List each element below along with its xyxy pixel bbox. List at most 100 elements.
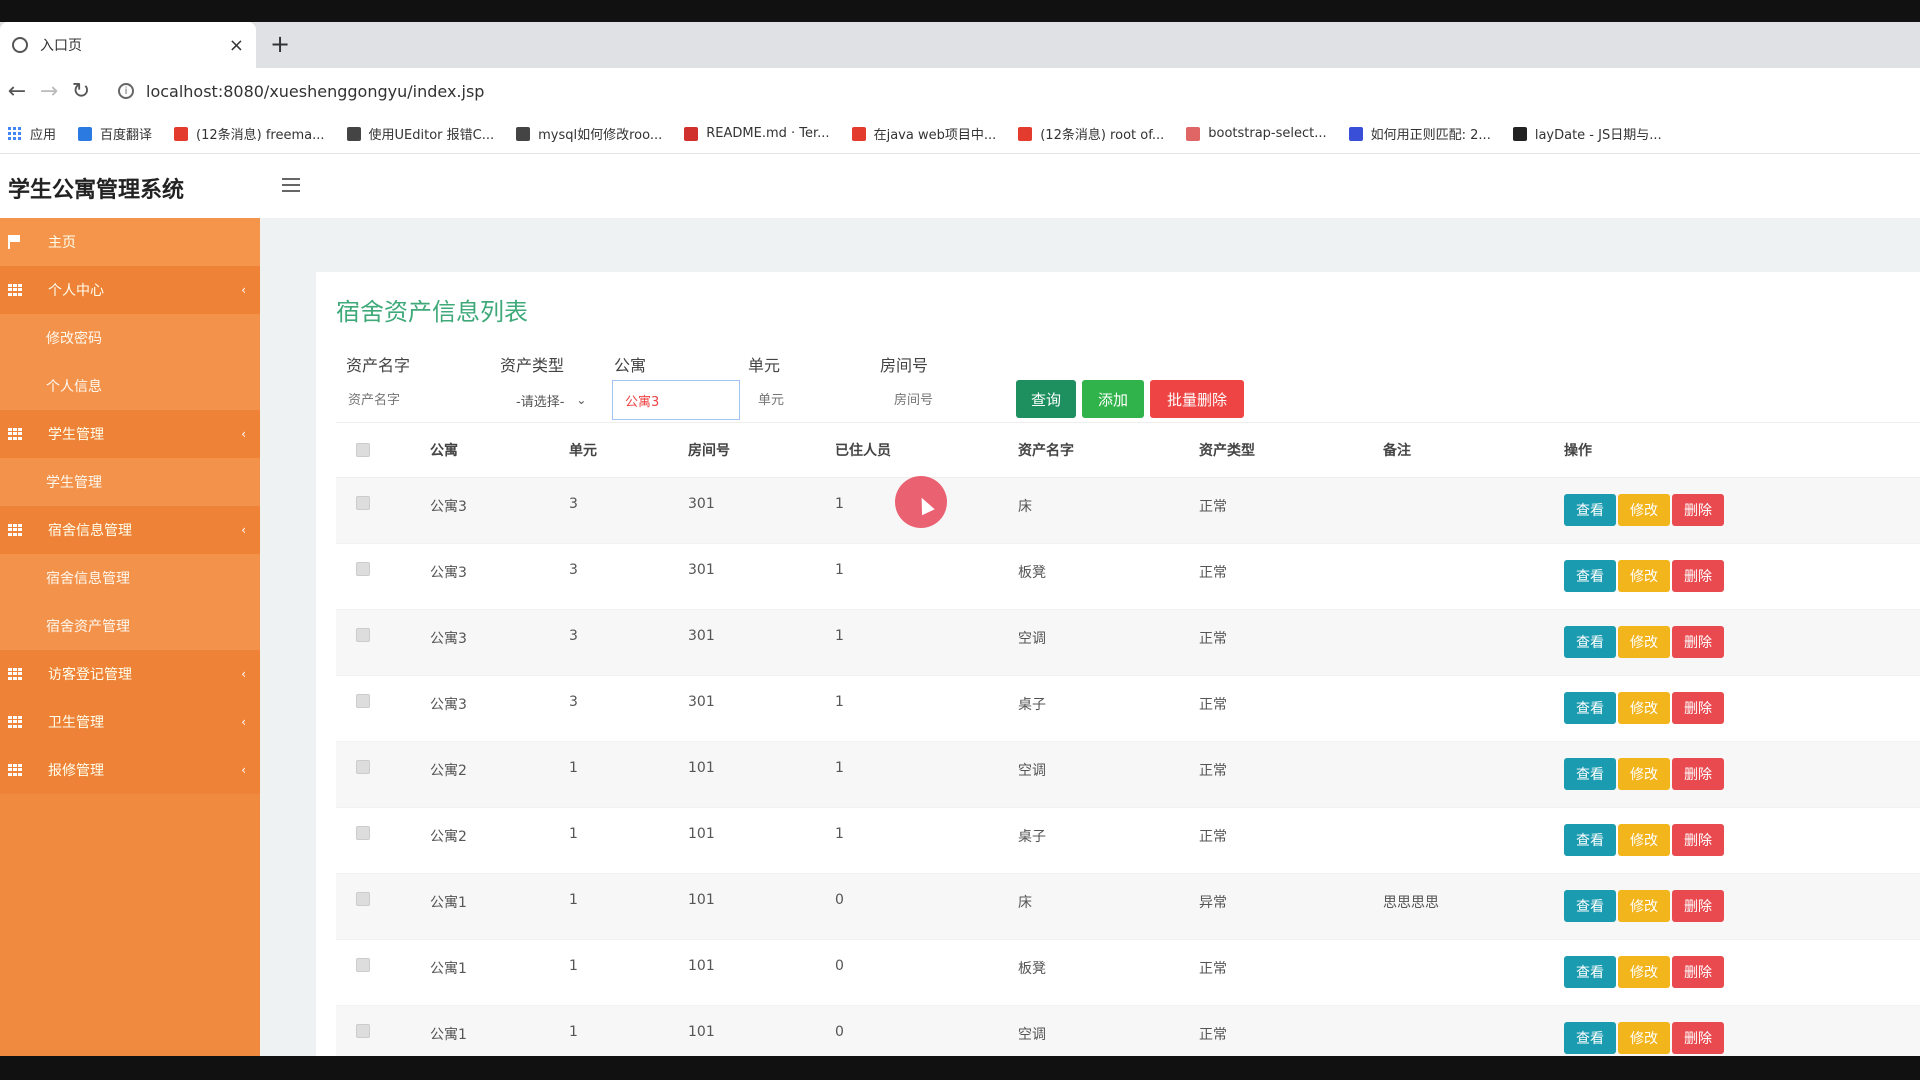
bookmark-item[interactable]: 在java web项目中...	[851, 124, 997, 143]
bookmark-item[interactable]: 使用UEditor 报错C...	[346, 124, 494, 143]
row-checkbox[interactable]	[356, 1024, 370, 1038]
sidebar-item-group[interactable]: 报修管理 ‹	[0, 746, 260, 794]
sidebar-item-group[interactable]: 学生管理 ‹	[0, 410, 260, 458]
asset-type-select[interactable]: -请选择- ⌄	[506, 380, 626, 420]
delete-button[interactable]: 删除	[1672, 692, 1724, 724]
view-button[interactable]: 查看	[1564, 1022, 1616, 1054]
bookmark-label: 在java web项目中...	[873, 128, 997, 143]
chevron-left-icon: ‹	[241, 715, 246, 729]
sidebar-subitem[interactable]: 修改密码	[0, 314, 260, 362]
row-checkbox[interactable]	[356, 958, 370, 972]
sidebar-item-group[interactable]: 个人中心 ‹	[0, 266, 260, 314]
edit-button[interactable]: 修改	[1618, 758, 1670, 790]
row-checkbox-cell	[356, 742, 370, 807]
row-checkbox[interactable]	[356, 694, 370, 708]
asset-name-input[interactable]	[336, 380, 486, 420]
column-header: 资产名字	[1018, 443, 1074, 459]
reload-icon[interactable]: ↻	[66, 79, 96, 104]
table-cell: 正常	[1199, 565, 1227, 581]
bookmark-favicon-icon	[1512, 126, 1527, 141]
sidebar: 主页个人中心 ‹ 修改密码个人信息学生管理 ‹ 学生管理 宿舍信息管理 ‹ 宿舍信息管理宿舍资…	[0, 218, 260, 1056]
table-cell: 公寓1	[430, 895, 467, 911]
table-cell: 301	[688, 562, 715, 578]
sidebar-item-home[interactable]: 主页	[0, 218, 260, 266]
bookmark-item[interactable]: layDate - JS日期与...	[1512, 124, 1662, 143]
bookmark-item[interactable]: (12条消息) freema...	[174, 124, 325, 143]
close-tab-icon[interactable]: ×	[229, 35, 244, 56]
row-checkbox[interactable]	[356, 826, 370, 840]
back-arrow-icon[interactable]: ←	[2, 79, 32, 104]
row-checkbox[interactable]	[356, 562, 370, 576]
sidebar-item-group[interactable]: 卫生管理 ‹	[0, 698, 260, 746]
sidebar-subitem[interactable]: 学生管理	[0, 458, 260, 506]
view-button[interactable]: 查看	[1564, 890, 1616, 922]
grid-icon	[8, 428, 22, 440]
sidebar-item-group[interactable]: 宿舍信息管理 ‹	[0, 506, 260, 554]
batch-delete-button[interactable]: 批量删除	[1150, 380, 1244, 418]
sidebar-subitem[interactable]: 宿舍信息管理	[0, 554, 260, 602]
edit-button[interactable]: 修改	[1618, 824, 1670, 856]
view-button[interactable]: 查看	[1564, 758, 1616, 790]
info-icon[interactable]: i	[118, 83, 134, 99]
bookmark-item[interactable]: 如何用正则匹配: 2...	[1348, 124, 1491, 143]
view-button[interactable]: 查看	[1564, 494, 1616, 526]
grid-icon	[8, 764, 22, 776]
edit-button[interactable]: 修改	[1618, 494, 1670, 526]
delete-button[interactable]: 删除	[1672, 758, 1724, 790]
delete-button[interactable]: 删除	[1672, 1022, 1724, 1054]
row-checkbox[interactable]	[356, 496, 370, 510]
edit-button[interactable]: 修改	[1618, 890, 1670, 922]
select-all-checkbox[interactable]	[356, 443, 370, 457]
delete-button[interactable]: 删除	[1672, 560, 1724, 592]
sidebar-item-group[interactable]: 访客登记管理 ‹	[0, 650, 260, 698]
bookmark-favicon-icon	[174, 126, 189, 141]
edit-button[interactable]: 修改	[1618, 1022, 1670, 1054]
view-button[interactable]: 查看	[1564, 692, 1616, 724]
view-button[interactable]: 查看	[1564, 560, 1616, 592]
delete-button[interactable]: 删除	[1672, 890, 1724, 922]
delete-button[interactable]: 删除	[1672, 824, 1724, 856]
row-checkbox[interactable]	[356, 892, 370, 906]
sidebar-item-label: 访客登记管理	[48, 667, 132, 683]
table-row: 公寓3 3 301 1 床 正常 查看 修改 删除	[336, 478, 1920, 544]
browser-tab[interactable]: 入口页 ×	[0, 22, 256, 68]
edit-button[interactable]: 修改	[1618, 626, 1670, 658]
screen-top-band	[0, 0, 1920, 22]
table-cell: 正常	[1199, 697, 1227, 713]
delete-button[interactable]: 删除	[1672, 494, 1724, 526]
delete-button[interactable]: 删除	[1672, 626, 1724, 658]
edit-button[interactable]: 修改	[1618, 560, 1670, 592]
bookmark-item[interactable]: mysql如何修改roo...	[516, 124, 662, 143]
url-field[interactable]: localhost:8080/xueshenggongyu/index.jsp	[146, 82, 484, 101]
sidebar-subitem-label: 宿舍资产管理	[46, 619, 130, 635]
view-button[interactable]: 查看	[1564, 824, 1616, 856]
sidebar-subitem[interactable]: 宿舍资产管理	[0, 602, 260, 650]
room-input[interactable]	[882, 380, 1002, 420]
row-checkbox[interactable]	[356, 628, 370, 642]
new-tab-button[interactable]: +	[270, 30, 290, 58]
bookmark-apps[interactable]: 应用	[8, 124, 56, 143]
sidebar-item-label: 主页	[48, 235, 76, 251]
query-button[interactable]: 查询	[1016, 380, 1076, 418]
delete-button[interactable]: 删除	[1672, 956, 1724, 988]
view-button[interactable]: 查看	[1564, 956, 1616, 988]
apartment-input[interactable]	[612, 380, 740, 420]
bookmark-item[interactable]: README.md · Ter...	[684, 126, 830, 141]
chevron-left-icon: ‹	[241, 283, 246, 297]
unit-input[interactable]	[746, 380, 856, 420]
bookmark-item[interactable]: (12条消息) root of...	[1018, 124, 1164, 143]
edit-button[interactable]: 修改	[1618, 956, 1670, 988]
row-checkbox[interactable]	[356, 760, 370, 774]
forward-arrow-icon[interactable]: →	[34, 79, 64, 104]
view-button[interactable]: 查看	[1564, 626, 1616, 658]
edit-button[interactable]: 修改	[1618, 692, 1670, 724]
table-row: 公寓1 1 101 0 板凳 正常 查看 修改 删除	[336, 940, 1920, 1006]
add-button[interactable]: 添加	[1082, 380, 1144, 418]
bookmark-item[interactable]: bootstrap-select...	[1186, 126, 1327, 141]
chevron-left-icon: ‹	[241, 523, 246, 537]
sidebar-subitem-label: 个人信息	[46, 379, 102, 395]
bookmark-item[interactable]: 百度翻译	[78, 124, 152, 143]
sidebar-subitem[interactable]: 个人信息	[0, 362, 260, 410]
grid-icon	[8, 524, 22, 536]
menu-toggle-icon[interactable]	[282, 178, 300, 196]
